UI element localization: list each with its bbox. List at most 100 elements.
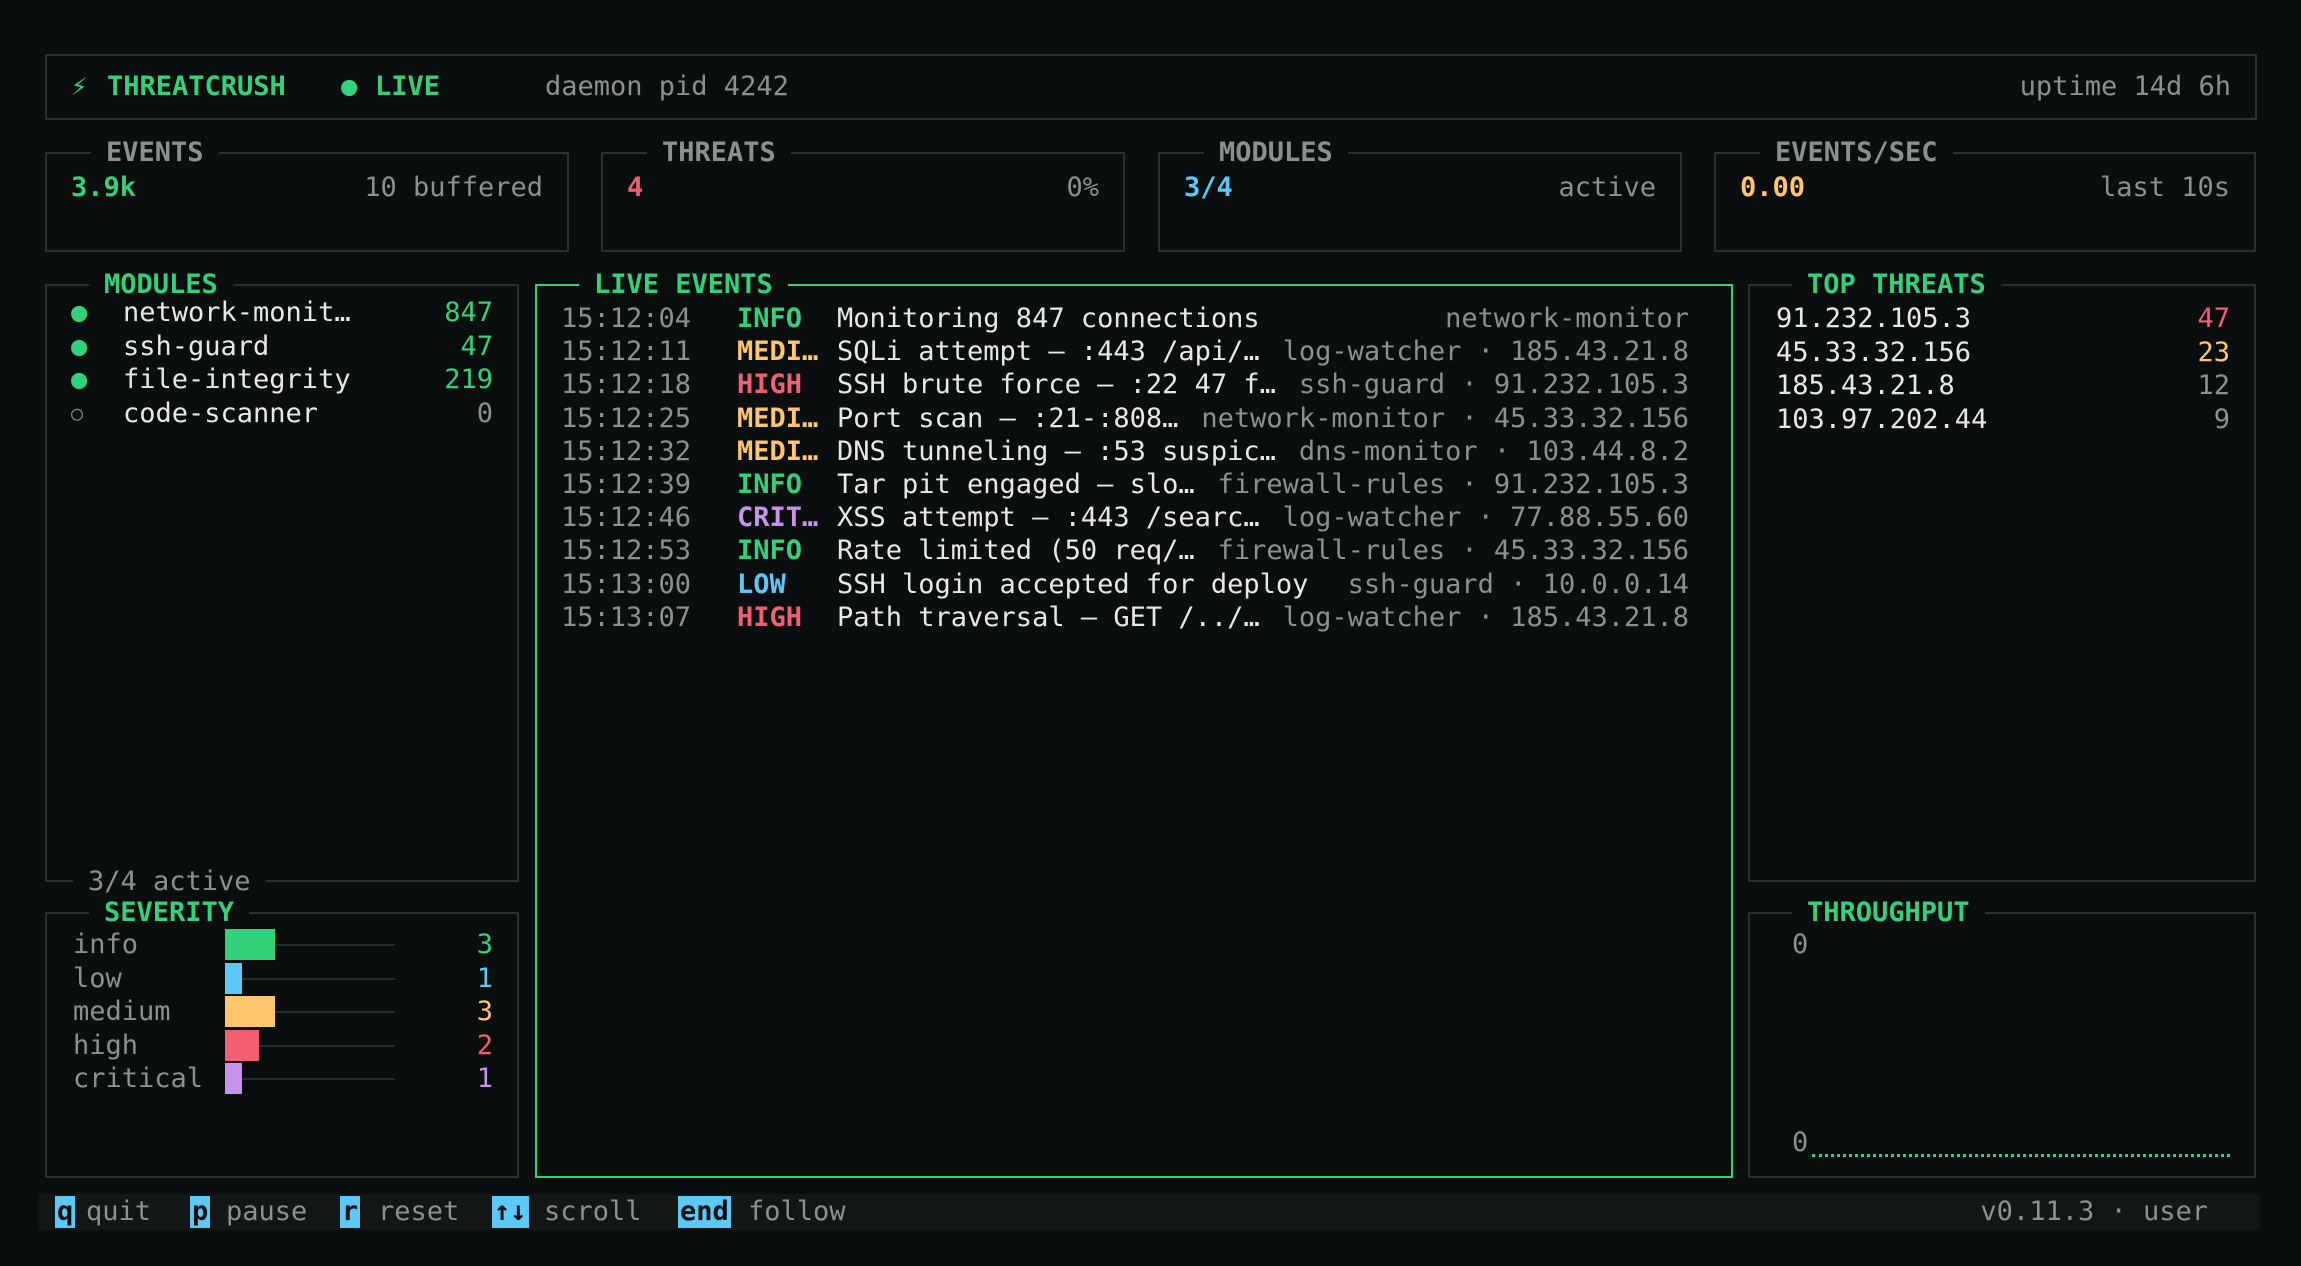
severity-count: 3	[476, 929, 493, 960]
event-row[interactable]: 15:12:32 MEDI… DNS tunneling — :53 suspic……	[561, 435, 1689, 468]
event-severity: HIGH	[737, 601, 803, 633]
severity-label: medium	[73, 996, 171, 1027]
key-scroll-button[interactable]: ↑↓	[492, 1196, 529, 1228]
severity-label: high	[73, 1029, 139, 1061]
modules-active-count: 3/4 active	[73, 866, 266, 898]
event-source: network-monitor · 45.33.32.156	[1201, 402, 1689, 434]
event-row[interactable]: 15:12:25 MEDI… Port scan — :21-:808… networ…	[561, 402, 1689, 435]
event-source: ssh-guard · 10.0.0.14	[1347, 568, 1689, 600]
event-row[interactable]: 15:12:39 INFO Tar pit engaged — slo… firewa…	[561, 468, 1689, 501]
threat-row[interactable]: 91.232.105.3 47	[1750, 302, 2254, 335]
severity-bar-track	[225, 977, 395, 980]
severity-row: medium 3	[47, 995, 517, 1028]
event-time: 15:12:32	[561, 435, 692, 467]
stat-value: 3.9k	[71, 172, 137, 203]
event-severity: INFO	[737, 535, 803, 567]
event-time: 15:12:04	[561, 303, 692, 334]
threat-ip: 103.97.202.44	[1776, 403, 1988, 435]
key-follow-button[interactable]: end	[678, 1196, 731, 1228]
event-severity: MEDI…	[737, 336, 819, 368]
stat-card-events-per-sec: EVENTS/SEC 0.00 last 10s	[1714, 137, 2256, 252]
event-time: 15:13:07	[561, 601, 692, 633]
module-name: code-scanner	[123, 397, 319, 429]
threat-row[interactable]: 45.33.32.156 23	[1750, 336, 2254, 369]
threat-row[interactable]: 103.97.202.44 9	[1750, 403, 2254, 436]
module-active-dot-icon: ●	[71, 330, 88, 362]
stat-value: 0.00	[1740, 172, 1806, 203]
module-name: network-monit…	[123, 297, 351, 328]
threat-count: 12	[2197, 370, 2230, 401]
stat-sub: 10 buffered	[364, 172, 543, 203]
module-count: 0	[476, 397, 493, 429]
severity-bar	[225, 1063, 242, 1094]
severity-bar	[225, 1029, 259, 1061]
event-message: SSH brute force — :22 47 f…	[837, 369, 1276, 401]
stat-sub: active	[1558, 172, 1656, 203]
severity-title: SEVERITY	[89, 897, 250, 929]
live-status: LIVE	[375, 71, 441, 102]
module-name: file-integrity	[123, 364, 351, 395]
threat-row[interactable]: 185.43.21.8 12	[1750, 369, 2254, 402]
threat-count: 9	[2213, 403, 2230, 435]
daemon-pid: daemon pid 4242	[545, 71, 789, 102]
event-source: log-watcher · 185.43.21.8	[1282, 336, 1689, 368]
event-message: Monitoring 847 connections	[837, 303, 1260, 334]
live-events-panel[interactable]: LIVE EVENTS 15:12:04 INFO Monitoring 847 c…	[535, 269, 1733, 1178]
event-message: SQLi attempt — :443 /api/…	[837, 336, 1260, 368]
module-active-dot-icon: ●	[71, 297, 88, 328]
severity-count: 1	[476, 962, 493, 994]
event-time: 15:12:25	[561, 402, 692, 434]
severity-bar-track	[225, 1078, 395, 1080]
module-row[interactable]: ● ssh-guard 47	[47, 330, 517, 363]
keybinding-bar: q quit p pause r reset ↑↓ scroll end follow v0.11…	[38, 1194, 2260, 1230]
event-row[interactable]: 15:12:53 INFO Rate limited (50 req/… firewa…	[561, 534, 1689, 567]
severity-row: low 1	[47, 962, 517, 995]
key-pause-label: pause	[226, 1196, 308, 1227]
module-row[interactable]: ○ code-scanner 0	[47, 397, 517, 430]
severity-row: high 2	[47, 1029, 517, 1062]
bolt-icon: ⚡	[71, 71, 88, 102]
event-source: log-watcher · 77.88.55.60	[1282, 502, 1689, 534]
throughput-y-max: 0	[1792, 929, 1809, 960]
event-row[interactable]: 15:12:11 MEDI… SQLi attempt — :443 /api/… l…	[561, 335, 1689, 368]
event-row[interactable]: 15:13:07 HIGH Path traversal — GET /../… lo…	[561, 601, 1689, 634]
key-quit-button[interactable]: q	[55, 1196, 76, 1228]
event-message: SSH login accepted for deploy	[837, 568, 1309, 600]
event-row[interactable]: 15:12:18 HIGH SSH brute force — :22 47 f… s…	[561, 368, 1689, 401]
event-severity: CRIT…	[737, 502, 819, 534]
event-row[interactable]: 15:12:46 CRIT… XSS attempt — :443 /searc… l…	[561, 501, 1689, 534]
module-active-dot-icon: ●	[71, 364, 88, 395]
event-time: 15:12:18	[561, 369, 692, 401]
version-label: v0.11.3 · user	[1980, 1196, 2208, 1227]
event-message: Path traversal — GET /../…	[837, 601, 1260, 633]
module-row[interactable]: ● network-monit… 847	[47, 296, 517, 329]
event-message: Rate limited (50 req/…	[837, 535, 1195, 567]
stat-value: 3/4	[1184, 172, 1233, 203]
module-row[interactable]: ● file-integrity 219	[47, 363, 517, 396]
modules-panel: MODULES ● network-monit… 847 ● ssh-guard 47 ● f…	[45, 269, 519, 898]
event-time: 15:12:39	[561, 469, 692, 500]
module-inactive-dot-icon: ○	[71, 400, 84, 425]
key-reset-label: reset	[378, 1196, 460, 1227]
severity-row: critical 1	[47, 1062, 517, 1095]
stat-sub: last 10s	[2099, 172, 2230, 203]
key-follow-label: follow	[748, 1196, 846, 1227]
key-reset-button[interactable]: r	[340, 1196, 361, 1228]
severity-count: 2	[476, 1029, 493, 1061]
event-row[interactable]: 15:13:00 LOW SSH login accepted for deploy…	[561, 568, 1689, 601]
event-source: firewall-rules · 45.33.32.156	[1217, 535, 1689, 567]
stat-value: 4	[627, 172, 644, 203]
event-row[interactable]: 15:12:04 INFO Monitoring 847 connections ne…	[561, 302, 1689, 335]
event-severity: INFO	[737, 303, 803, 334]
throughput-title: THROUGHPUT	[1792, 897, 1985, 929]
app-title: THREATCRUSH	[107, 71, 286, 102]
module-count: 847	[444, 297, 493, 328]
throughput-sparkline	[1812, 1154, 2230, 1157]
stat-card-events: EVENTS 3.9k 10 buffered	[45, 137, 569, 252]
top-threats-title: TOP THREATS	[1792, 269, 2001, 301]
event-source: network-monitor	[1445, 303, 1689, 334]
key-pause-button[interactable]: p	[190, 1196, 211, 1228]
event-time: 15:12:46	[561, 502, 692, 534]
event-message: XSS attempt — :443 /searc…	[837, 502, 1260, 534]
module-count: 219	[444, 364, 493, 395]
